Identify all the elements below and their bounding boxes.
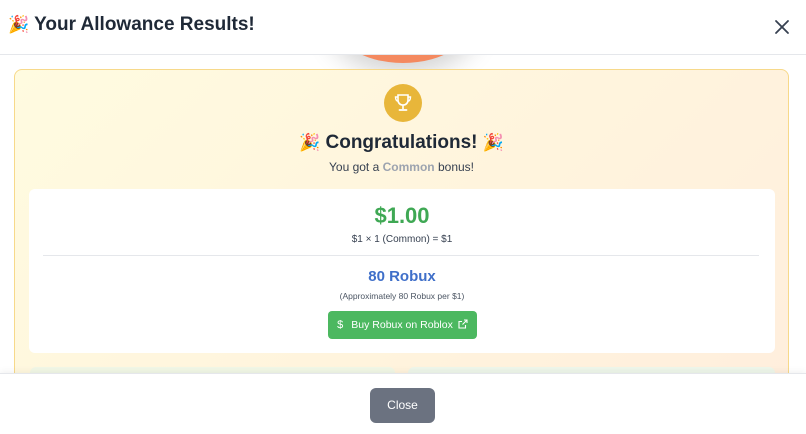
party-popper-icon: 🎉 (299, 133, 321, 152)
subtitle-suffix: bonus! (437, 160, 474, 174)
robux-rate-note: (Approximately 80 Robux per $1) (339, 291, 465, 301)
dollar-icon: $ (337, 319, 344, 331)
subtitle-prefix: You got a (329, 160, 380, 174)
rarity-label: Common (382, 160, 435, 174)
robux-amount: 80 Robux (368, 268, 436, 285)
bonus-subtitle: You got a Common bonus! (15, 160, 788, 174)
prize-wheel-bottom (328, 55, 478, 63)
close-icon[interactable] (768, 13, 796, 41)
trophy-icon (384, 84, 422, 122)
modal-title-text: Your Allowance Results! (34, 14, 255, 35)
allowance-amount: $1.00 (374, 203, 430, 228)
congratulations-text: Congratulations! (325, 132, 478, 153)
congratulations-heading: 🎉 Congratulations! 🎉 (15, 132, 788, 154)
modal-footer: Close (0, 373, 806, 434)
modal-body[interactable]: 🎉 Congratulations! 🎉 You got a Common bo… (0, 55, 806, 373)
external-link-icon (458, 318, 468, 332)
buy-robux-label: Buy Robux on Roblox (351, 319, 453, 331)
buy-robux-button[interactable]: $ Buy Robux on Roblox (328, 311, 477, 339)
party-popper-icon: 🎉 (482, 133, 504, 152)
divider (43, 255, 759, 256)
close-button[interactable]: Close (370, 388, 435, 423)
party-popper-icon: 🎉 (8, 15, 30, 34)
amount-card: $1.00 $1 × 1 (Common) = $1 80 Robux (App… (29, 189, 775, 353)
calculation-formula: $1 × 1 (Common) = $1 (351, 234, 453, 245)
modal-header: 🎉 Your Allowance Results! (0, 0, 806, 55)
modal-title: 🎉 Your Allowance Results! (8, 14, 255, 36)
result-card: 🎉 Congratulations! 🎉 You got a Common bo… (14, 69, 789, 373)
